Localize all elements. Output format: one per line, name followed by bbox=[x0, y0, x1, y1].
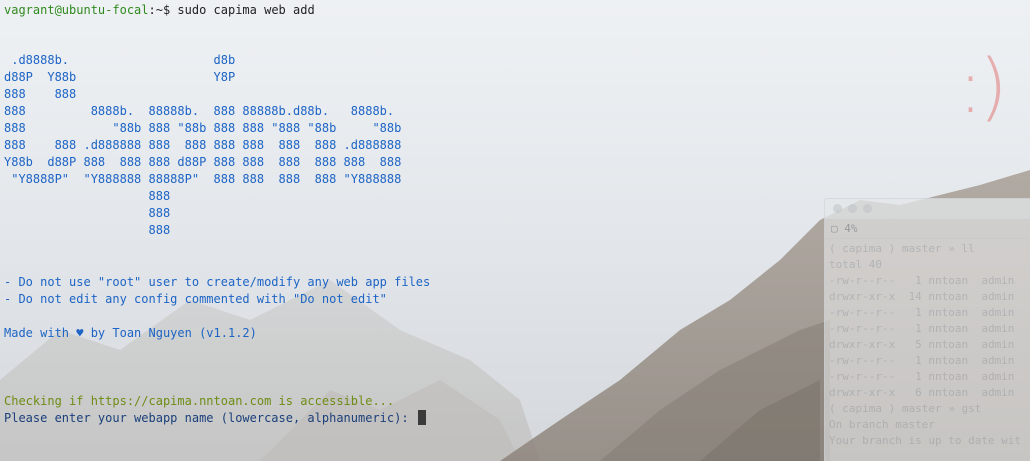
prompt-path: :~ bbox=[148, 3, 163, 17]
webapp-name-prompt[interactable]: Please enter your webapp name (lowercase… bbox=[4, 410, 426, 427]
ascii-logo-line: 888 bbox=[4, 189, 171, 203]
notice-line: - Do not edit any config commented with … bbox=[4, 292, 387, 306]
window-zoom-icon[interactable] bbox=[863, 204, 872, 213]
shell-prompt-line: vagrant@ubuntu-focal:~$ sudo capima web … bbox=[4, 2, 315, 19]
ascii-logo-line: "Y8888P" "Y888888 88888P" 888 888 888 88… bbox=[4, 172, 402, 186]
ascii-logo-line: .d8888b. d8b bbox=[4, 53, 236, 67]
ascii-logo-line: 888 bbox=[4, 223, 171, 237]
ascii-logo-line: 888 888 .d888888 888 888 888 888 888 888… bbox=[4, 138, 402, 152]
ascii-logo-line: d88P Y88b Y8P bbox=[4, 70, 236, 84]
credit-line: Made with ♥ by Toan Nguyen (v1.1.2) bbox=[4, 326, 257, 340]
ascii-logo-line: 888 "88b 888 "88b 888 888 "888 "88b "88b bbox=[4, 121, 402, 135]
background-window-line: Your branch is up to date wit bbox=[829, 434, 1022, 447]
background-window-tab[interactable]: ▢ 4% bbox=[825, 220, 1030, 239]
background-window-line: -rw-r--r-- 1 nntoan admin bbox=[829, 274, 1015, 287]
input-prompt-text: Please enter your webapp name (lowercase… bbox=[4, 411, 416, 425]
ascii-logo-line: 888 888 bbox=[4, 87, 77, 101]
battery-icon: ▢ bbox=[831, 222, 838, 235]
background-window-line: total 40 bbox=[829, 258, 882, 271]
background-window-line: drwxr-xr-x 6 nntoan admin bbox=[829, 386, 1015, 399]
ascii-logo-line: Y88b d88P 888 888 888 d88P 888 888 888 8… bbox=[4, 155, 402, 169]
prompt-user-host: vagrant@ubuntu-focal bbox=[4, 3, 149, 17]
window-close-icon[interactable] bbox=[833, 204, 842, 213]
prompt-command: sudo capima web add bbox=[170, 3, 315, 17]
background-window-line: On branch master bbox=[829, 418, 935, 431]
background-window-line: drwxr-xr-x 5 nntoan admin bbox=[829, 338, 1015, 351]
terminal-output[interactable]: vagrant@ubuntu-focal:~$ sudo capima web … bbox=[4, 0, 804, 461]
background-terminal-window[interactable]: ▢ 4% ( capima ) master » ll total 40 -rw… bbox=[824, 198, 1030, 461]
status-line: Checking if https://capima.nntoan.com is… bbox=[4, 394, 395, 408]
background-window-titlebar[interactable] bbox=[825, 199, 1030, 220]
background-window-line: -rw-r--r-- 1 nntoan admin bbox=[829, 354, 1015, 367]
text-cursor[interactable] bbox=[417, 410, 426, 425]
window-minimize-icon[interactable] bbox=[848, 204, 857, 213]
background-window-line: ( capima ) master » gst bbox=[829, 402, 982, 415]
smiley-overlay: :) bbox=[958, 44, 1008, 130]
ascii-logo-line: 888 bbox=[4, 206, 171, 220]
ascii-logo-line: 888 8888b. 88888b. 888 88888b.d88b. 8888… bbox=[4, 104, 395, 118]
background-window-line: ( capima ) master » ll bbox=[829, 242, 975, 255]
notice-line: - Do not use "root" user to create/modif… bbox=[4, 275, 431, 289]
background-window-line: -rw-r--r-- 1 nntoan admin bbox=[829, 306, 1015, 319]
background-window-tab-label: 4% bbox=[844, 222, 858, 235]
background-window-line: -rw-r--r-- 1 nntoan admin bbox=[829, 322, 1015, 335]
background-window-line: -rw-r--r-- 1 nntoan admin bbox=[829, 370, 1015, 383]
background-window-line: drwxr-xr-x 14 nntoan admin bbox=[829, 290, 1015, 303]
